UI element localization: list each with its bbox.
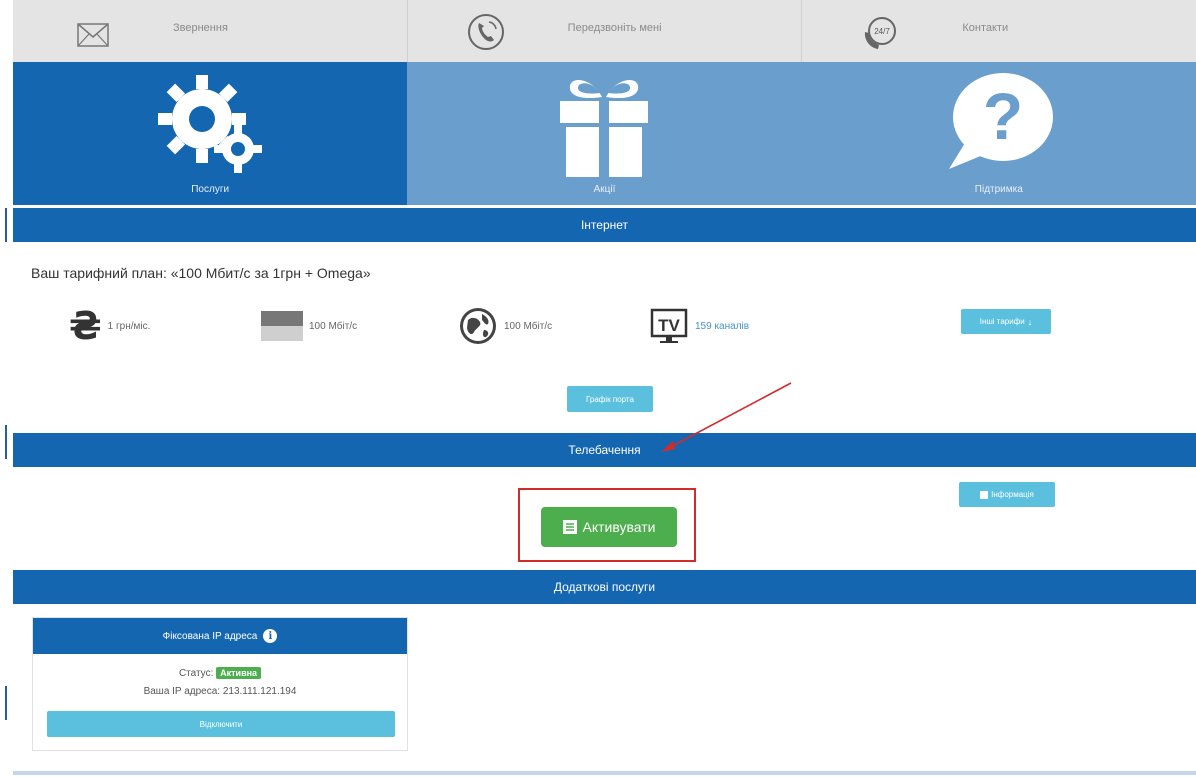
tv-channels-link[interactable]: 159 каналів bbox=[695, 321, 749, 332]
world-speed-feature: 100 Мбіт/с bbox=[458, 306, 552, 346]
svg-text:?: ? bbox=[983, 79, 1023, 153]
ip-address: Ваша IP адреса: 213.111.121.194 bbox=[33, 686, 407, 697]
top-nav-contacts[interactable]: 24/7 Контакти bbox=[802, 0, 1196, 62]
extras-header: Додаткові послуги bbox=[13, 570, 1196, 604]
ip-card-header: Фіксована IP адреса i bbox=[33, 618, 407, 654]
tv-info-button[interactable]: Інформація bbox=[959, 482, 1055, 507]
tv-icon: TV bbox=[650, 308, 688, 343]
fixed-ip-card: Фіксована IP адреса i Статус: Активна Ва… bbox=[32, 617, 408, 751]
question-bubble-icon: ? bbox=[948, 73, 1053, 169]
internet-header: Інтернет bbox=[13, 208, 1196, 242]
list-icon bbox=[980, 490, 989, 499]
left-edge bbox=[0, 0, 13, 777]
phone-callback-icon bbox=[467, 14, 504, 50]
info-icon[interactable]: i bbox=[263, 629, 278, 643]
top-nav-callback[interactable]: Передзвоніть мені bbox=[407, 0, 803, 62]
top-nav-requests[interactable]: Звернення bbox=[13, 0, 408, 62]
page: Звернення Передзвоніть мені 24/7 Контакт… bbox=[13, 0, 1196, 777]
tile-label: Послуги bbox=[191, 184, 230, 195]
tariff-plan: Ваш тарифний план: «100 Мбит/с за 1грн +… bbox=[31, 265, 371, 281]
gift-icon bbox=[560, 79, 649, 177]
price-label: 1 грн/міс. bbox=[107, 320, 151, 332]
top-nav-label: Передзвоніть мені bbox=[567, 22, 662, 34]
arrow-down-icon: ↓ bbox=[1027, 316, 1033, 327]
edge-marker bbox=[5, 208, 7, 242]
disconnect-button[interactable]: Відключити bbox=[47, 711, 395, 737]
ip-card-title: Фіксована IP адреса bbox=[162, 630, 258, 642]
envelope-icon bbox=[77, 23, 109, 47]
local-network-icon bbox=[261, 311, 303, 341]
gears-icon bbox=[158, 75, 263, 173]
ip-status: Статус: Активна bbox=[33, 667, 407, 679]
local-speed-feature: 100 Мбіт/с bbox=[261, 306, 357, 346]
phone-24-7-icon: 24/7 bbox=[865, 17, 897, 49]
ip-value: 213.111.121.194 bbox=[222, 686, 297, 697]
world-speed-label: 100 Мбіт/с bbox=[504, 320, 553, 332]
tv-header: Телебачення bbox=[13, 433, 1196, 467]
svg-text:24/7: 24/7 bbox=[875, 27, 891, 36]
top-nav-label: Контакти bbox=[962, 22, 1009, 34]
status-badge: Активна bbox=[216, 667, 262, 679]
local-speed-label: 100 Мбіт/с bbox=[309, 320, 358, 332]
tile-label: Акції bbox=[593, 184, 616, 195]
top-nav: Звернення Передзвоніть мені 24/7 Контакт… bbox=[13, 0, 1196, 62]
tile-label: Підтримка bbox=[974, 184, 1023, 195]
port-graph-button[interactable]: Графік порта bbox=[567, 386, 653, 412]
tv-channels-feature: TV 159 каналів bbox=[649, 306, 749, 346]
tile-services[interactable]: Послуги bbox=[13, 62, 408, 205]
list-icon bbox=[562, 520, 577, 534]
other-tariffs-button[interactable]: Інші тарифи ↓ bbox=[961, 309, 1051, 334]
edge-marker bbox=[5, 686, 7, 720]
tile-support[interactable]: ? Підтримка bbox=[801, 62, 1196, 205]
hryvnia-icon: ₴ bbox=[69, 304, 102, 348]
price-feature: ₴ 1 грн/міс. bbox=[69, 304, 151, 348]
svg-text:TV: TV bbox=[658, 316, 680, 335]
main-tiles: Послуги Акції ? Підтримка bbox=[13, 62, 1196, 205]
edge-marker bbox=[5, 425, 7, 459]
globe-icon bbox=[460, 308, 496, 344]
top-nav-label: Звернення bbox=[173, 22, 228, 34]
tile-promotions[interactable]: Акції bbox=[407, 62, 802, 205]
footer-line bbox=[13, 771, 1196, 775]
other-tariffs-label: Інші тарифи bbox=[979, 317, 1025, 326]
activate-label: Активувати bbox=[582, 519, 656, 535]
activate-tv-button[interactable]: Активувати bbox=[541, 507, 677, 547]
status-label: Статус: bbox=[178, 668, 214, 679]
tv-info-label: Інформація bbox=[991, 490, 1034, 499]
ip-label: Ваша IP адреса: bbox=[143, 686, 221, 697]
